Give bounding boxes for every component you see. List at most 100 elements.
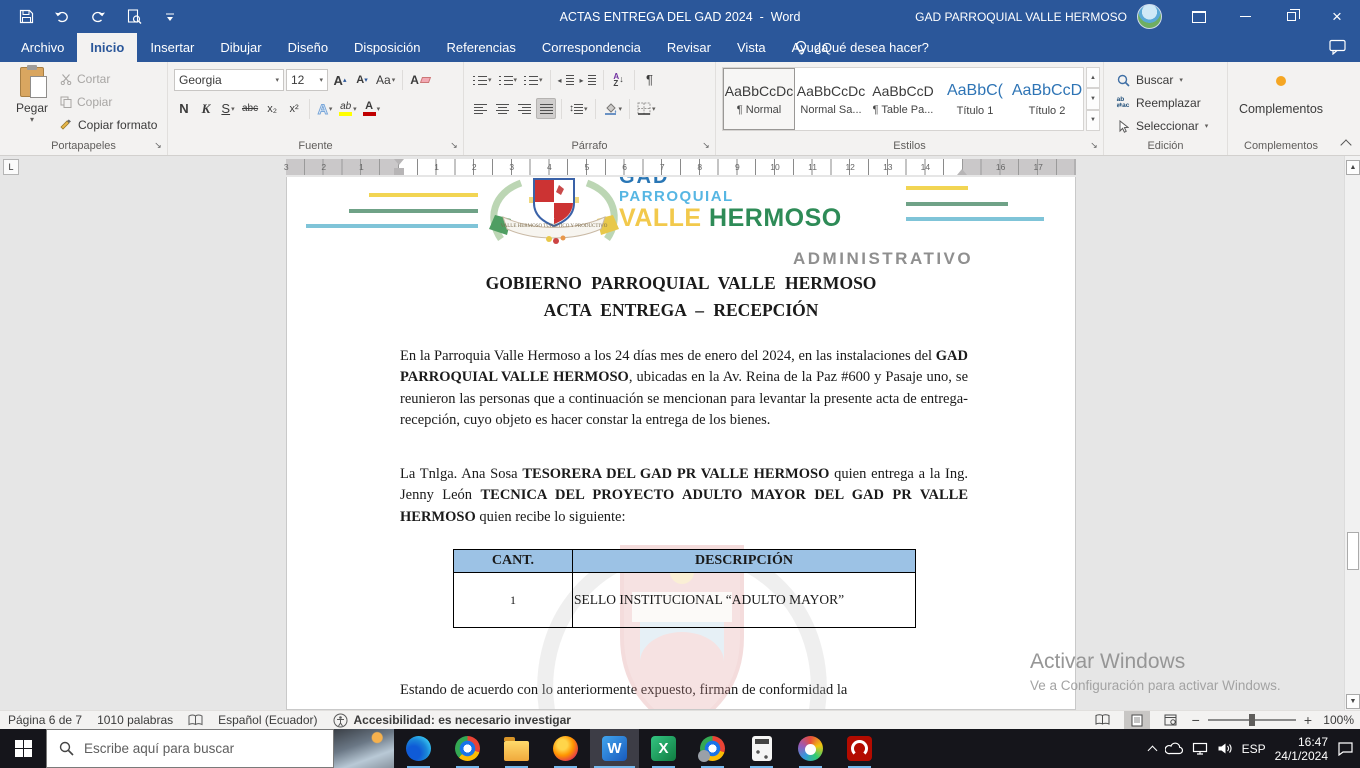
paste-dropdown-caret[interactable]: ▾ [30,115,34,124]
ribbon-tab-disposicion[interactable]: Disposición [341,33,433,62]
format-painter-button[interactable]: Copiar formato [60,114,157,135]
save-icon[interactable] [16,7,36,27]
comments-icon[interactable] [1329,39,1346,55]
taskbar-app-google-app[interactable] [688,729,737,768]
ruler-strip[interactable]: 3 2 1 1 2 3 4 5 6 7 8 9 10 11 12 13 14 16 17 [284,159,1076,175]
taskbar-app-explorer[interactable] [492,729,541,768]
ribbon-tab-inicio[interactable]: Inicio [77,33,138,62]
font-size-select[interactable]: 12 ▾ [286,69,328,91]
justify-button[interactable] [536,98,556,119]
ribbon-tab-referencias[interactable]: Referencias [434,33,529,62]
scroll-up-button[interactable]: ▲ [1346,160,1360,175]
ribbon-tab-revisar[interactable]: Revisar [654,33,724,62]
style-item-table-pa[interactable]: AaBbCcD ¶ Table Pa... [867,68,939,130]
taskbar-app-paint[interactable] [786,729,835,768]
ribbon-tab-dibujar[interactable]: Dibujar [207,33,274,62]
font-dialog-launcher[interactable] [448,140,459,151]
redo-icon[interactable] [88,7,108,27]
cell-descripcion[interactable]: SELLO INSTITUCIONAL “ADULTO MAYOR” [573,573,915,627]
select-button[interactable]: Seleccionar ▾ [1116,116,1208,136]
paste-button[interactable]: Pegar ▾ [8,65,56,137]
cell-cant[interactable]: 1 [454,573,573,627]
styles-scroll-down[interactable]: ▼ [1086,88,1100,110]
taskbar-app-calculator[interactable] [737,729,786,768]
taskbar-app-acrobat[interactable] [835,729,884,768]
shrink-font-button[interactable]: A ▾ [352,70,372,91]
print-preview-icon[interactable] [124,7,144,27]
account-avatar[interactable] [1137,4,1162,29]
text-effects-button[interactable]: A ▾ [315,98,335,119]
first-line-indent-marker[interactable] [394,159,404,165]
action-center-icon[interactable] [1337,741,1354,756]
borders-button[interactable]: ▾ [635,98,658,119]
tell-me-box[interactable]: ¿Qué desea hacer? [795,33,929,62]
volume-icon[interactable] [1217,742,1233,755]
proofing-icon[interactable] [188,714,203,727]
clipboard-dialog-launcher[interactable] [152,140,163,151]
document-page[interactable]: VALLE HERMOSO TURISTICO Y PRODUCTIVO GAD… [286,177,1076,710]
doc-title-1[interactable]: GOBIERNO PARROQUIAL VALLE HERMOSO [287,273,1075,294]
bold-button[interactable]: N [174,98,194,119]
sort-button[interactable]: A Z ↓ [609,69,629,90]
font-name-select[interactable]: Georgia ▾ [174,69,284,91]
style-item-titulo-2[interactable]: AaBbCcD Título 2 [1011,68,1083,130]
show-paragraph-marks-button[interactable]: ¶ [640,69,660,90]
scrollbar-thumb[interactable] [1347,532,1359,570]
subscript-button[interactable]: x₂ [262,98,282,119]
ribbon-tab-vista[interactable]: Vista [724,33,779,62]
zoom-in-button[interactable]: + [1304,712,1312,728]
taskbar-app-firefox[interactable] [541,729,590,768]
customize-qat-icon[interactable] [160,7,180,27]
align-left-button[interactable] [470,98,490,119]
ribbon-tab-diseno[interactable]: Diseño [275,33,341,62]
zoom-level[interactable]: 100% [1320,713,1354,727]
change-case-button[interactable]: Aa ▾ [374,70,397,91]
paragraph-2[interactable]: La Tnlga. Ana Sosa TESORERA DEL GAD PR V… [400,464,968,528]
ribbon-tab-archivo[interactable]: Archivo [8,33,77,62]
style-item-titulo-1[interactable]: AaBbC( Título 1 [939,68,1011,130]
network-icon[interactable] [1192,742,1208,755]
shading-button[interactable]: ▾ [601,98,625,119]
taskbar-app-word[interactable]: W [590,729,639,768]
cut-button[interactable]: Cortar [60,68,157,89]
doc-title-2[interactable]: ACTA ENTREGA – RECEPCIÓN [287,300,1075,321]
left-indent-marker[interactable] [394,168,404,175]
clear-formatting-button[interactable]: A [408,70,432,91]
ribbon-tab-correspondencia[interactable]: Correspondencia [529,33,654,62]
news-weather-widget[interactable] [334,729,394,768]
taskbar-app-edge[interactable] [394,729,443,768]
paragraph-1[interactable]: En la Parroquia Valle Hermoso a los 24 d… [400,346,968,431]
collapse-ribbon-icon[interactable] [1340,139,1352,151]
increase-indent-button[interactable]: ▸ [578,69,598,90]
undo-icon[interactable] [52,7,72,27]
italic-button[interactable]: K [196,98,216,119]
addins-button[interactable]: Complementos [1228,62,1334,132]
styles-dialog-launcher[interactable] [1088,140,1099,151]
print-layout-button[interactable] [1123,711,1150,729]
clock[interactable]: 16:47 24/1/2024 [1275,735,1328,763]
decrease-indent-button[interactable]: ◂ [556,69,576,90]
tab-stop-selector[interactable]: L [3,159,19,175]
accessibility-status[interactable]: Accesibilidad: es necesario investigar [333,713,571,728]
keyboard-language[interactable]: ESP [1242,742,1266,756]
close-button[interactable]: × [1314,0,1360,33]
tray-chevron-icon[interactable] [1147,745,1158,755]
ribbon-tab-insertar[interactable]: Insertar [137,33,207,62]
zoom-slider-thumb[interactable] [1248,714,1255,726]
onedrive-icon[interactable] [1164,742,1183,755]
align-right-button[interactable] [514,98,534,119]
read-mode-button[interactable] [1090,711,1116,729]
styles-gallery-expand[interactable]: ▼ [1086,109,1100,131]
line-spacing-button[interactable]: ↕ ▾ [567,98,590,119]
copy-button[interactable]: Copiar [60,91,157,112]
style-item-normal-sa[interactable]: AaBbCcDc Normal Sa... [795,68,867,130]
paragraph-dialog-launcher[interactable] [700,140,711,151]
styles-scroll-up[interactable]: ▲ [1086,67,1100,89]
bullets-button[interactable]: ▾ [470,69,494,90]
minimize-button[interactable] [1222,0,1268,33]
taskbar-app-excel[interactable]: X [639,729,688,768]
taskbar-search-input[interactable]: Escribe aquí para buscar [46,729,334,768]
zoom-slider[interactable] [1207,714,1296,726]
grow-font-button[interactable]: A ▴ [330,70,350,91]
vertical-scrollbar[interactable]: ▲ ▼ [1344,156,1360,710]
